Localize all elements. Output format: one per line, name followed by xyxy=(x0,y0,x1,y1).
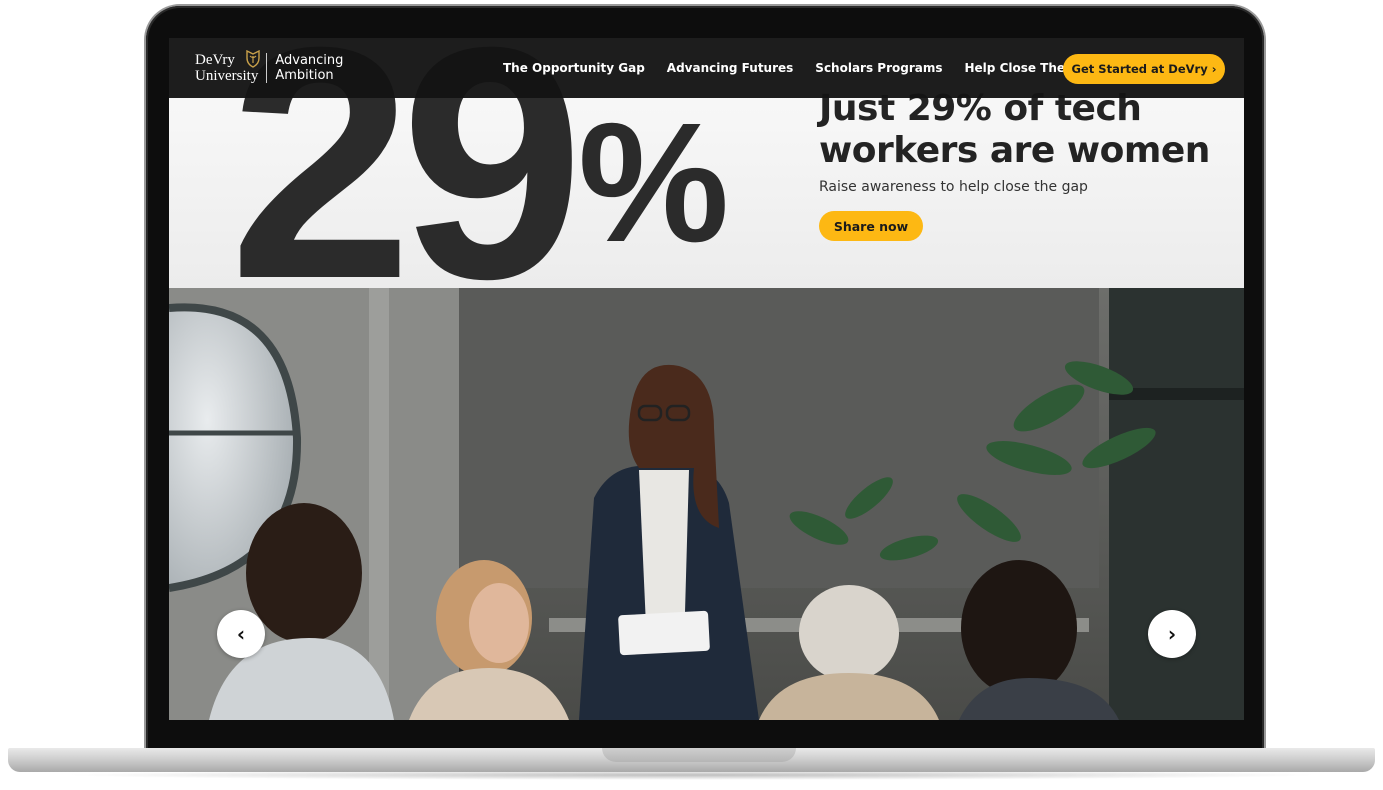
get-started-button[interactable]: Get Started at DeVry › xyxy=(1063,54,1225,84)
devry-logo[interactable]: DeVry University Advancing Ambition xyxy=(195,50,343,84)
logo-tagline: Advancing Ambition xyxy=(275,53,343,83)
top-nav: DeVry University Advancing Ambition The … xyxy=(169,38,1244,98)
carousel-next-button[interactable]: › xyxy=(1148,610,1196,658)
shield-icon xyxy=(246,50,260,68)
nav-links: The Opportunity Gap Advancing Futures Sc… xyxy=(503,38,1118,98)
hero-big-percent: % xyxy=(578,88,730,278)
nav-link-opportunity-gap[interactable]: The Opportunity Gap xyxy=(503,61,645,75)
share-now-button[interactable]: Share now xyxy=(819,211,923,241)
logo-line2: University xyxy=(195,68,259,84)
tagline-line2: Ambition xyxy=(275,68,334,83)
meeting-photo-illustration xyxy=(169,288,1244,720)
tagline-line1: Advancing xyxy=(275,53,344,68)
hero-subline: Raise awareness to help close the gap xyxy=(819,179,1088,195)
nav-link-scholars-programs[interactable]: Scholars Programs xyxy=(815,61,942,75)
screen: 29% Just 29% of tech workers are women R… xyxy=(169,38,1244,720)
hero-headline: Just 29% of tech workers are women xyxy=(819,88,1210,171)
carousel-prev-button[interactable]: ‹ xyxy=(217,610,265,658)
carousel-photo: ‹ › xyxy=(169,288,1244,720)
logo-divider xyxy=(266,53,268,83)
nav-link-advancing-futures[interactable]: Advancing Futures xyxy=(667,61,794,75)
laptop-notch xyxy=(602,748,796,762)
